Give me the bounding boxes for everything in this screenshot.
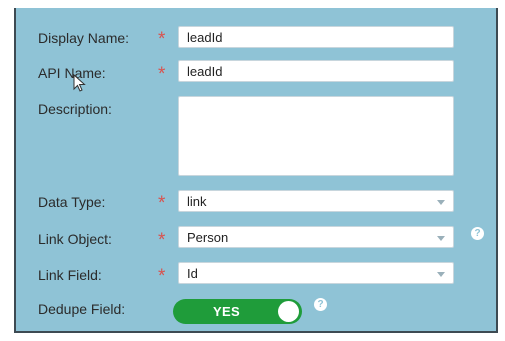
description-label: Description: [38, 101, 112, 117]
chevron-down-icon [437, 200, 445, 205]
help-icon[interactable]: ? [471, 227, 484, 240]
link-object-value: Person [187, 230, 229, 245]
display-name-input[interactable]: leadId [178, 26, 454, 48]
chevron-down-icon [437, 236, 445, 241]
toggle-knob [278, 301, 299, 322]
link-field-value: Id [187, 266, 198, 281]
required-star-data-type: * [158, 193, 166, 214]
data-type-label: Data Type: [38, 194, 106, 210]
description-textarea[interactable] [178, 96, 454, 176]
display-name-label: Display Name: [38, 30, 130, 46]
chevron-down-icon [437, 272, 445, 277]
required-star-api-name: * [158, 64, 166, 85]
help-icon[interactable]: ? [314, 298, 327, 311]
dedupe-field-label: Dedupe Field: [38, 301, 126, 317]
required-star-link-object: * [158, 230, 166, 251]
api-name-label: API Name: [38, 65, 106, 81]
link-object-label: Link Object: [38, 231, 112, 247]
api-name-input[interactable]: leadId [178, 60, 454, 82]
data-type-value: link [187, 194, 207, 209]
required-star-display-name: * [158, 29, 166, 50]
link-field-label: Link Field: [38, 267, 102, 283]
dedupe-field-toggle[interactable]: YES [173, 299, 302, 324]
link-field-select[interactable]: Id [178, 262, 454, 284]
mouse-cursor-icon [73, 74, 86, 92]
field-properties-panel: Display Name: * leadId API Name: * leadI… [14, 8, 498, 333]
data-type-select[interactable]: link [178, 190, 454, 212]
required-star-link-field: * [158, 266, 166, 287]
toggle-state-text: YES [213, 304, 240, 319]
link-object-select[interactable]: Person [178, 226, 454, 248]
